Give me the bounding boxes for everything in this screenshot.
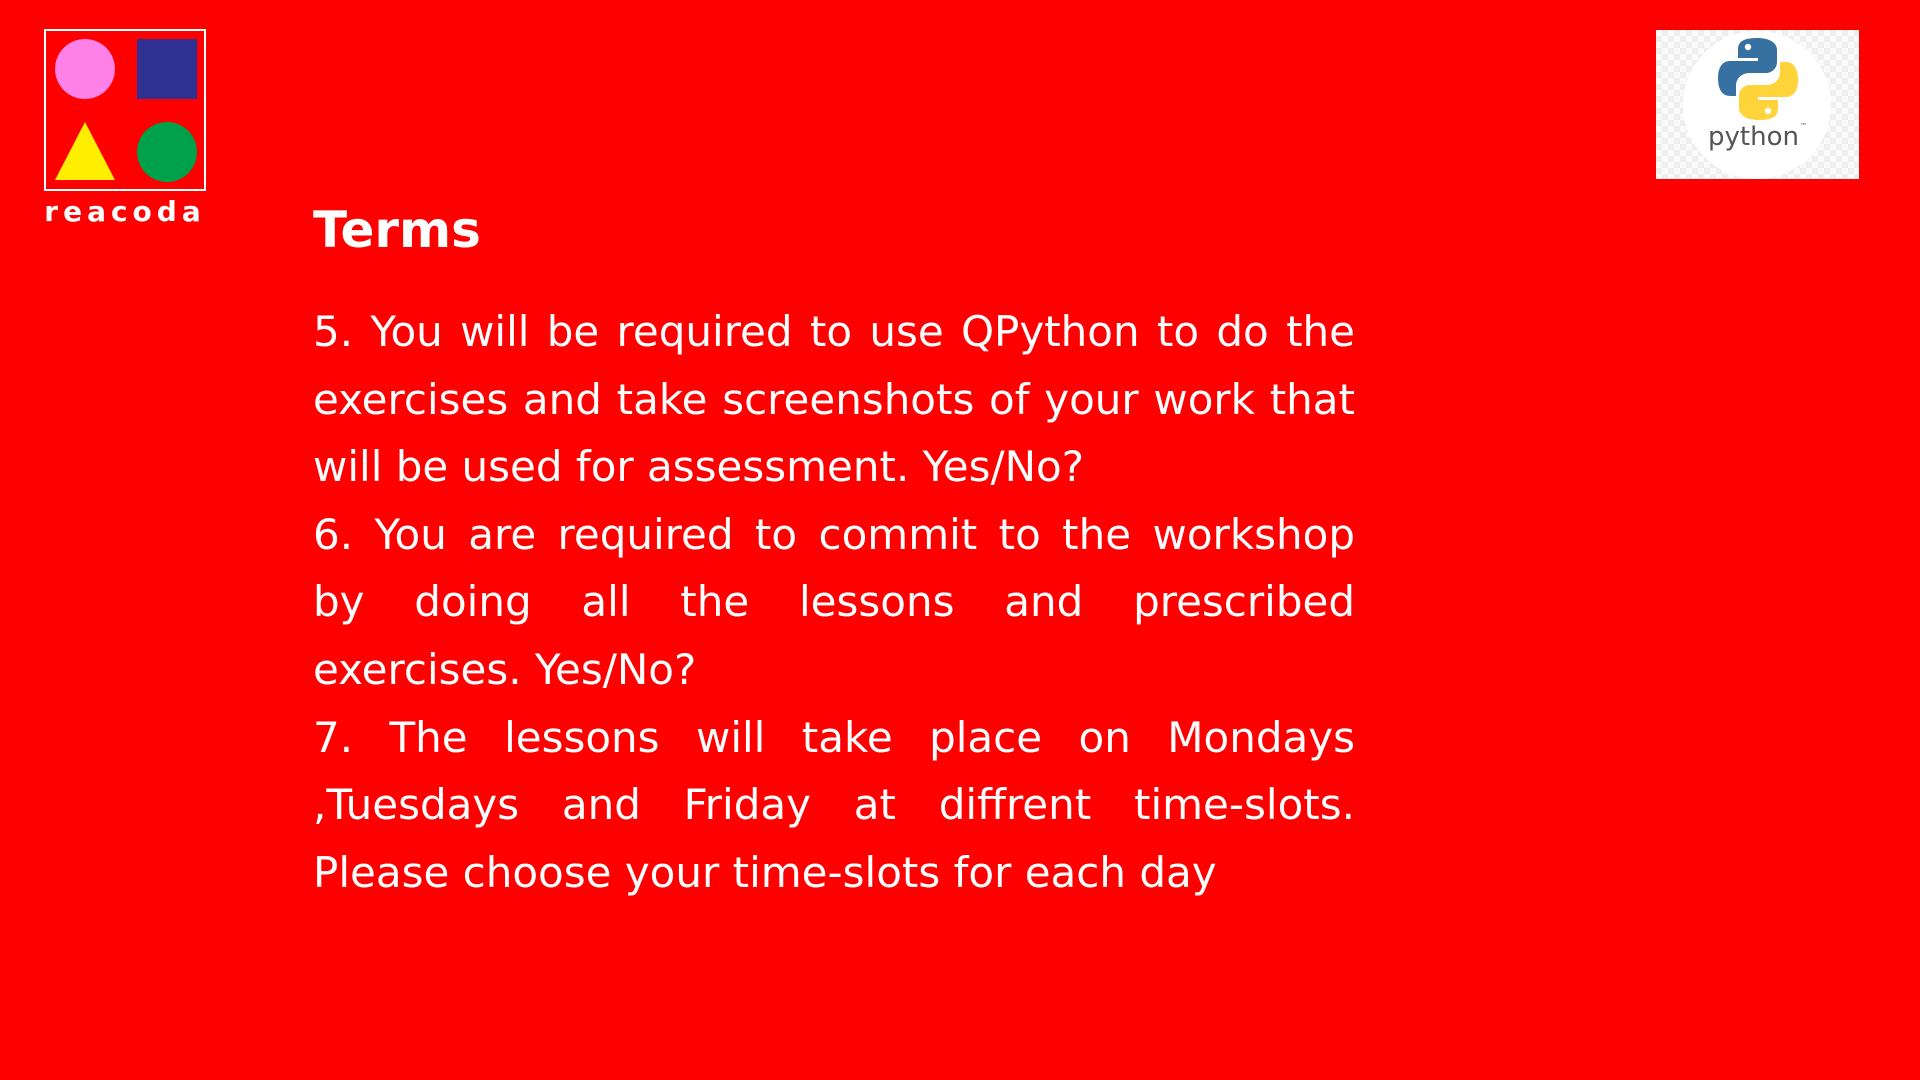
- brand-name: reacoda: [44, 195, 206, 228]
- trademark-symbol: ™: [1799, 122, 1807, 130]
- term-item-6: 6. You are required to commit to the wor…: [313, 509, 1355, 694]
- python-wordmark: python™: [1656, 122, 1859, 152]
- blue-square-icon: [137, 39, 197, 99]
- python-eye: [1744, 43, 1752, 51]
- slide-content: Terms 5. You will be required to use QPy…: [313, 200, 1355, 906]
- yellow-triangle-icon: [55, 122, 115, 180]
- python-snakes-icon: [1718, 38, 1798, 120]
- python-wordmark-text: python: [1708, 122, 1799, 152]
- green-circle-icon: [137, 122, 197, 182]
- python-logo: python™: [1656, 30, 1859, 179]
- term-item-7: 7. The lessons will take place on Monday…: [313, 712, 1355, 897]
- term-item-5: 5. You will be required to use QPython t…: [313, 307, 1355, 492]
- terms-list: 5. You will be required to use QPython t…: [313, 298, 1355, 906]
- python-eye: [1764, 107, 1772, 115]
- reacoda-logo: [44, 29, 206, 191]
- pink-circle-icon: [55, 39, 115, 99]
- slide-title: Terms: [313, 201, 481, 259]
